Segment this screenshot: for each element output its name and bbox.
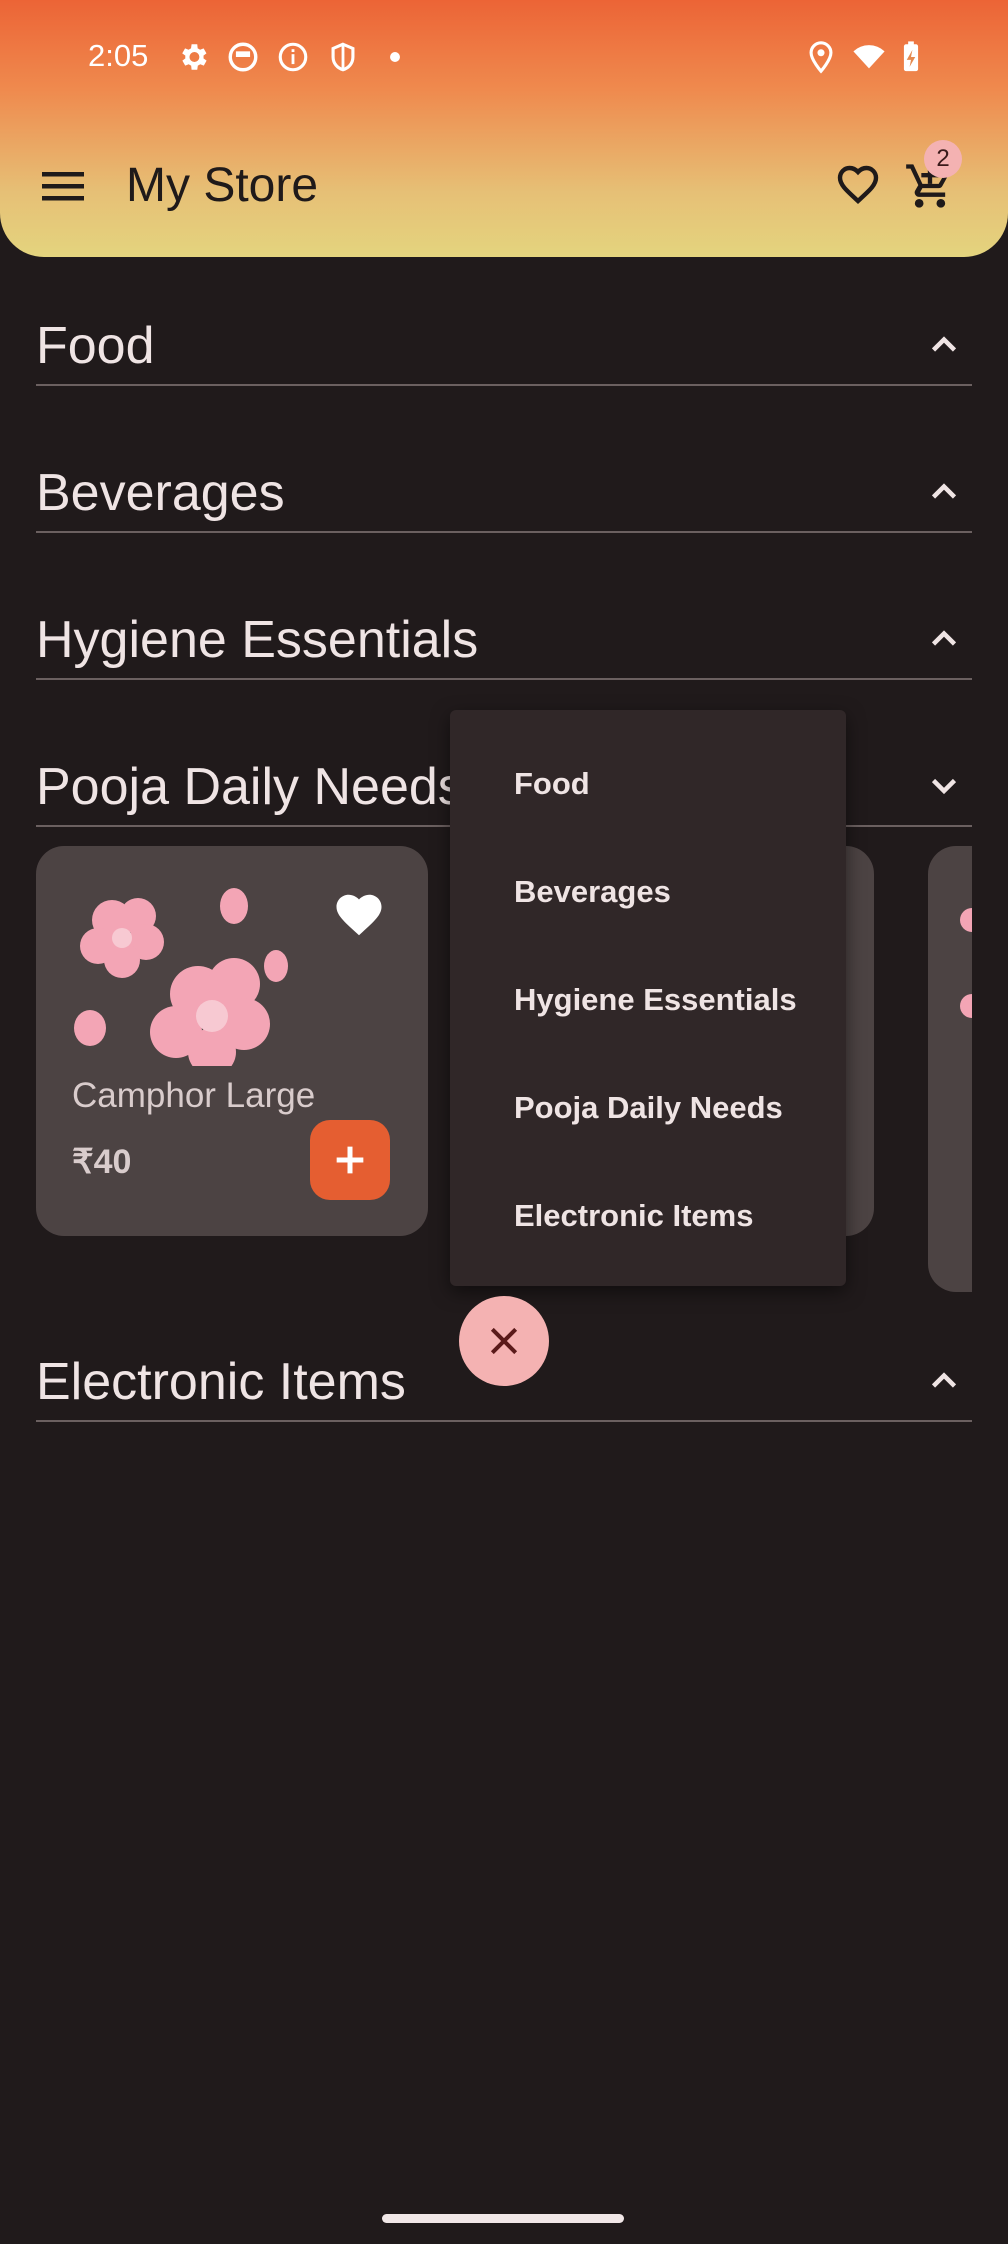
menu-item-food[interactable]: Food bbox=[514, 766, 590, 802]
menu-item-hygiene-essentials[interactable]: Hygiene Essentials bbox=[514, 982, 797, 1018]
flower-image bbox=[960, 908, 972, 1018]
section-header-electronic-items[interactable]: Electronic Items bbox=[36, 1348, 972, 1422]
section-title: Hygiene Essentials bbox=[36, 611, 479, 669]
menu-item-beverages[interactable]: Beverages bbox=[514, 874, 671, 910]
section-title: Pooja Daily Needs bbox=[36, 758, 464, 816]
product-card-partial[interactable] bbox=[928, 846, 972, 1292]
face-icon bbox=[228, 42, 258, 72]
menu-icon[interactable] bbox=[40, 166, 86, 206]
status-time: 2:05 bbox=[88, 38, 149, 73]
flower-image bbox=[74, 888, 288, 1066]
menu-item-electronic-items[interactable]: Electronic Items bbox=[514, 1198, 753, 1234]
wishlist-heart-icon[interactable] bbox=[834, 160, 882, 208]
app-title: My Store bbox=[126, 159, 319, 212]
chevron-up-icon bbox=[931, 483, 957, 499]
product-price: ₹40 bbox=[72, 1143, 132, 1181]
section-title: Beverages bbox=[36, 464, 285, 522]
section-header-hygiene-essentials[interactable]: Hygiene Essentials bbox=[36, 606, 972, 680]
home-indicator[interactable] bbox=[382, 2214, 624, 2223]
favorite-heart-icon[interactable] bbox=[332, 888, 386, 942]
add-to-cart-button[interactable] bbox=[310, 1120, 390, 1200]
chevron-up-icon bbox=[931, 336, 957, 352]
chevron-up-icon bbox=[931, 630, 957, 646]
shield-icon bbox=[331, 42, 355, 72]
chevron-down-icon bbox=[931, 778, 957, 795]
settings-icon bbox=[182, 44, 207, 70]
wifi-icon bbox=[853, 45, 885, 69]
product-card[interactable]: Camphor Large ₹40 bbox=[36, 846, 428, 1236]
section-header-beverages[interactable]: Beverages bbox=[36, 459, 972, 533]
location-icon bbox=[809, 41, 833, 74]
chevron-up-icon bbox=[931, 1372, 957, 1388]
app-bar: 2:05 My Store 2 bbox=[0, 0, 1008, 257]
dot-icon bbox=[390, 52, 400, 62]
battery-icon bbox=[903, 41, 919, 72]
info-icon bbox=[278, 42, 308, 72]
plus-icon bbox=[336, 1146, 364, 1174]
section-title: Electronic Items bbox=[36, 1353, 406, 1411]
product-name: Camphor Large bbox=[72, 1076, 316, 1115]
section-title: Food bbox=[36, 317, 155, 375]
section-header-food[interactable]: Food bbox=[36, 312, 972, 386]
menu-item-pooja-daily-needs[interactable]: Pooja Daily Needs bbox=[514, 1090, 783, 1126]
cart-count-badge: 2 bbox=[924, 140, 962, 178]
category-dropdown-menu: Food Beverages Hygiene Essentials Pooja … bbox=[450, 710, 846, 1286]
